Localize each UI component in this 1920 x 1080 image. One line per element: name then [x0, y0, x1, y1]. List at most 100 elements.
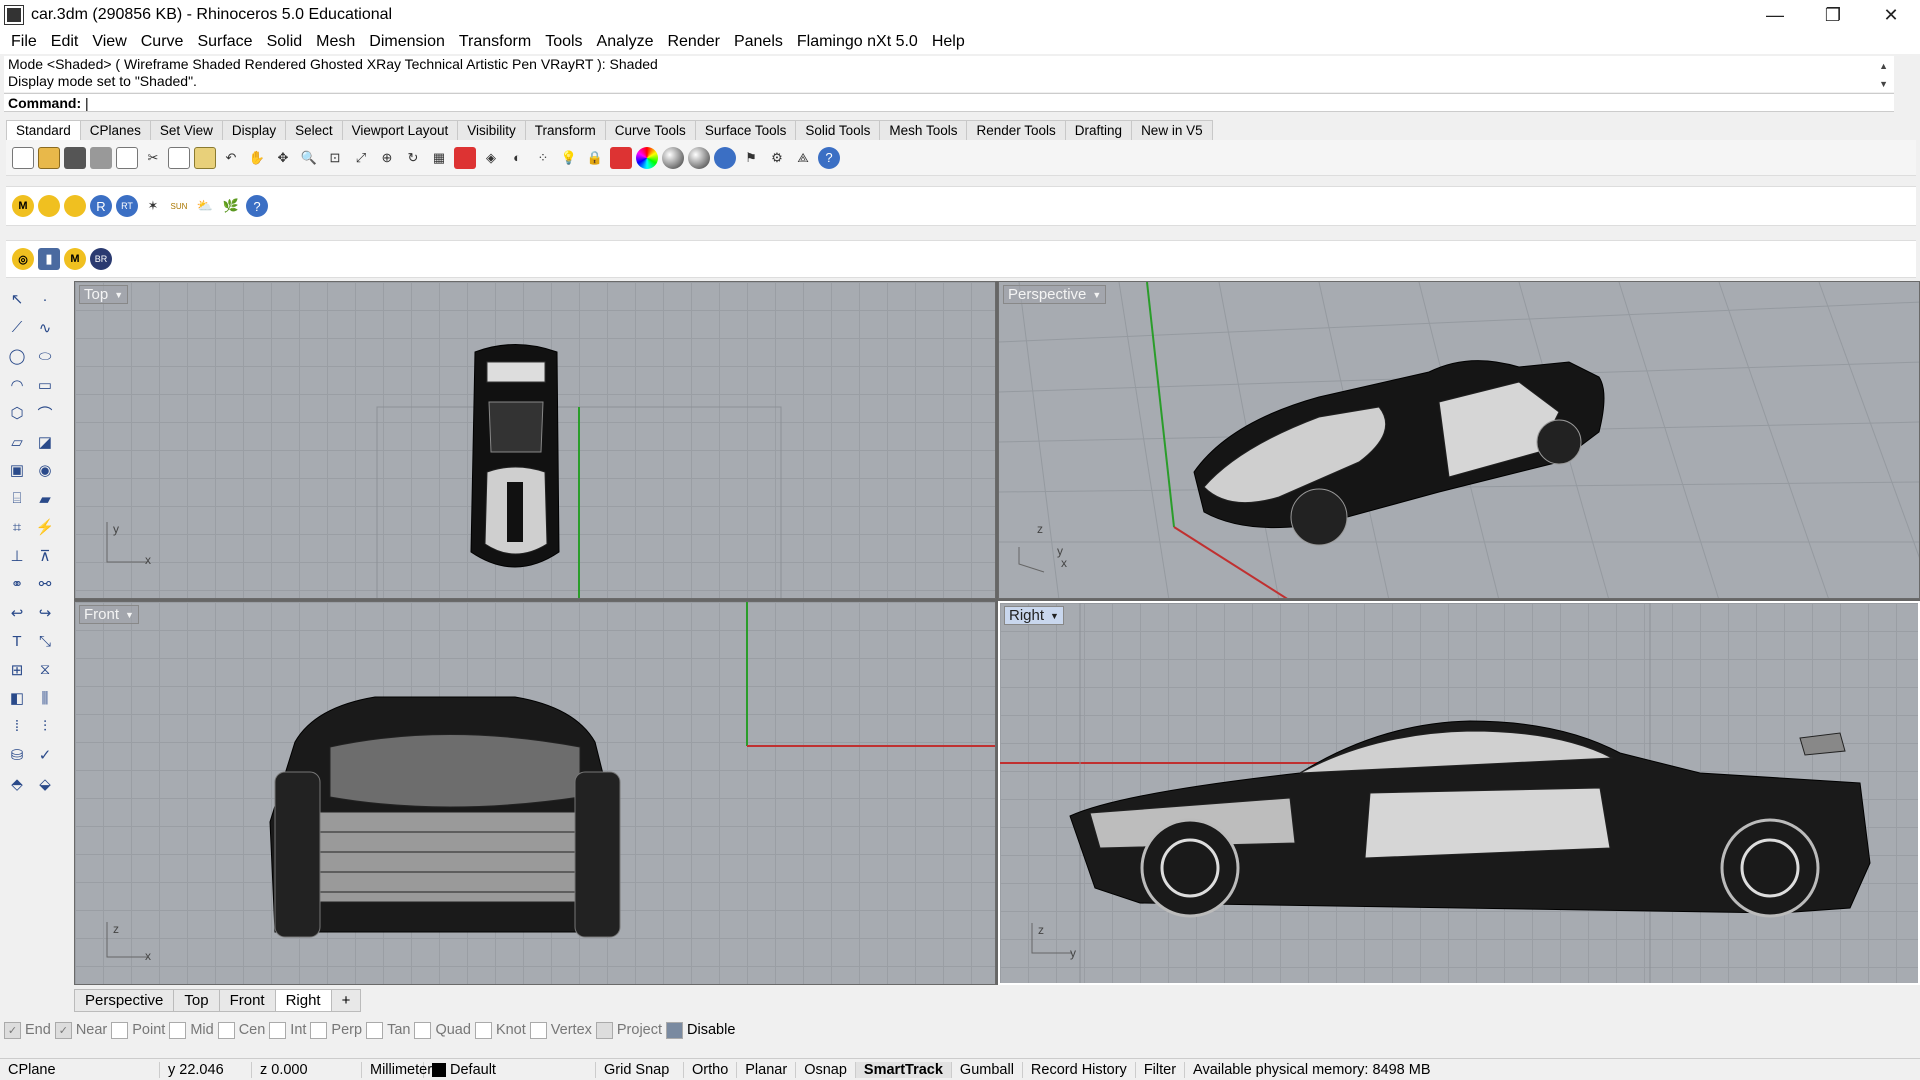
print-icon[interactable] — [90, 146, 112, 169]
menu-analyze[interactable]: Analyze — [590, 33, 661, 51]
bottle-icon[interactable]: ▮ — [38, 248, 60, 270]
render-r-icon[interactable]: R — [90, 195, 112, 217]
menu-view[interactable]: View — [85, 33, 133, 51]
checkbox-icon[interactable] — [217, 1021, 235, 1039]
explode-icon[interactable]: ↪ — [34, 602, 56, 624]
scale-icon[interactable]: ⤡ — [34, 630, 56, 652]
import-icon[interactable] — [116, 146, 138, 169]
paste-icon[interactable] — [194, 146, 216, 169]
material-library-icon[interactable]: M — [64, 248, 86, 270]
boolean-union-icon[interactable]: ◉ — [34, 459, 56, 481]
ungroup-icon[interactable]: ⚯ — [34, 573, 56, 595]
minimize-button[interactable]: — — [1746, 0, 1804, 30]
filter-toggle[interactable]: Filter — [1136, 1061, 1186, 1078]
osnap-toggle[interactable]: Osnap — [796, 1061, 856, 1078]
tab-mesh-tools[interactable]: Mesh Tools — [879, 120, 968, 141]
tab-render-tools[interactable]: Render Tools — [966, 120, 1066, 141]
osnap-near[interactable]: ✓ Near — [54, 1021, 107, 1039]
polygon-icon[interactable]: ⬡ — [6, 402, 28, 424]
render-preview-icon[interactable]: ⬙ — [34, 773, 56, 795]
tab-new-in-v5[interactable]: New in V5 — [1131, 120, 1213, 141]
mesh-icon[interactable]: ⌗ — [6, 516, 28, 538]
viewport-tab-front[interactable]: Front — [218, 988, 276, 1012]
sun-icon[interactable]: SUN — [168, 195, 190, 217]
menu-surface[interactable]: Surface — [190, 33, 259, 51]
menu-flamingo[interactable]: Flamingo nXt 5.0 — [790, 33, 925, 51]
car-icon[interactable] — [454, 146, 476, 169]
surface-edge-icon[interactable]: ◪ — [34, 431, 56, 453]
cplane-icon[interactable]: ◈ — [480, 147, 502, 169]
tab-solid-tools[interactable]: Solid Tools — [795, 120, 881, 141]
dimension-icon[interactable]: ⊥ — [6, 545, 28, 567]
flamingo-m-icon[interactable]: M — [12, 195, 34, 217]
menu-transform[interactable]: Transform — [452, 33, 538, 51]
target-icon[interactable]: ◎ — [12, 248, 34, 270]
split-icon[interactable]: ⫶ — [34, 716, 56, 738]
group-icon[interactable]: ⚭ — [6, 573, 28, 595]
maximize-button[interactable]: ❐ — [1804, 0, 1862, 30]
viewport-tab-right[interactable]: Right — [274, 988, 332, 1012]
osnap-knot[interactable]: Knot — [474, 1021, 526, 1039]
checkbox-icon[interactable] — [366, 1021, 384, 1039]
lock-icon[interactable]: 🔒 — [584, 147, 606, 169]
zoom-extents-icon[interactable]: ⤢ — [350, 147, 372, 169]
plugin-help-icon[interactable]: ? — [246, 195, 268, 217]
circle-icon[interactable]: ◯ — [6, 345, 28, 367]
viewport-front[interactable]: Front ▼ z x — [74, 601, 996, 985]
planar-toggle[interactable]: Planar — [737, 1061, 797, 1078]
plants-icon[interactable]: 🌿 — [220, 195, 242, 217]
undo-icon[interactable]: ↶ — [220, 147, 242, 169]
menu-dimension[interactable]: Dimension — [362, 33, 452, 51]
select-arrow-icon[interactable]: ↖ — [6, 288, 28, 310]
properties-icon[interactable]: ⬘ — [6, 773, 28, 795]
close-button[interactable]: ✕ — [1862, 0, 1920, 30]
new-file-icon[interactable] — [12, 146, 34, 169]
checkbox-icon[interactable] — [474, 1021, 492, 1039]
render-icon[interactable] — [714, 146, 736, 169]
extrude-icon[interactable]: ▰ — [34, 488, 56, 510]
flag-icon[interactable]: ⚑ — [740, 147, 762, 169]
batch-render-icon[interactable]: BR — [90, 248, 112, 270]
osnap-cen[interactable]: Cen — [217, 1021, 265, 1039]
viewport-tab-top[interactable]: Top — [173, 988, 220, 1012]
menu-edit[interactable]: Edit — [44, 33, 86, 51]
ortho-toggle[interactable]: Ortho — [684, 1061, 738, 1078]
tab-display[interactable]: Display — [221, 120, 287, 141]
checkbox-icon[interactable]: ✓ — [4, 1021, 21, 1039]
shade-icon[interactable]: ◐ — [506, 147, 528, 169]
ellipse-icon[interactable]: ⬭ — [34, 345, 56, 367]
menu-file[interactable]: File — [4, 33, 44, 51]
tab-select[interactable]: Select — [285, 120, 343, 141]
material-tag-icon[interactable] — [38, 195, 60, 217]
checkbox-icon[interactable] — [666, 1021, 684, 1039]
checkbox-icon[interactable] — [414, 1021, 432, 1039]
cube-icon[interactable]: ◧ — [6, 687, 28, 709]
scroll-up-icon[interactable]: ▲ — [1879, 58, 1888, 75]
osnap-mid[interactable]: Mid — [169, 1021, 214, 1039]
point-icon[interactable]: · — [34, 288, 56, 310]
menu-panels[interactable]: Panels — [727, 33, 790, 51]
color-wheel-icon[interactable] — [636, 146, 658, 169]
viewport-dropdown-icon[interactable]: ▼ — [1092, 290, 1101, 300]
grasshopper-icon[interactable]: ⟁ — [792, 147, 814, 169]
rendered-sphere-icon[interactable] — [688, 146, 710, 169]
mirror-icon[interactable]: ⧖ — [34, 659, 56, 681]
checkbox-icon[interactable] — [310, 1021, 328, 1039]
array-icon[interactable]: ⊞ — [6, 659, 28, 681]
zoom-icon[interactable]: 🔍 — [298, 147, 320, 169]
osnap-tan[interactable]: Tan — [366, 1021, 410, 1039]
osnap-project[interactable]: Project — [595, 1021, 662, 1039]
status-layer[interactable]: Default — [424, 1061, 596, 1078]
tab-visibility[interactable]: Visibility — [457, 120, 526, 141]
cut-icon[interactable]: ✂ — [142, 147, 164, 169]
open-file-icon[interactable] — [38, 146, 60, 169]
menu-render[interactable]: Render — [660, 33, 726, 51]
options-gear-icon[interactable]: ⚙ — [766, 147, 788, 169]
fillet-curve-icon[interactable]: ⌒ — [34, 402, 56, 424]
help-icon[interactable]: ? — [818, 146, 840, 169]
polyline-icon[interactable]: ⟋ — [6, 317, 28, 339]
gumball-toggle[interactable]: Gumball — [952, 1061, 1023, 1078]
rectangle-icon[interactable]: ▭ — [34, 374, 56, 396]
status-units[interactable]: Millimeters — [362, 1061, 439, 1078]
osnap-disable[interactable]: Disable — [666, 1021, 735, 1039]
